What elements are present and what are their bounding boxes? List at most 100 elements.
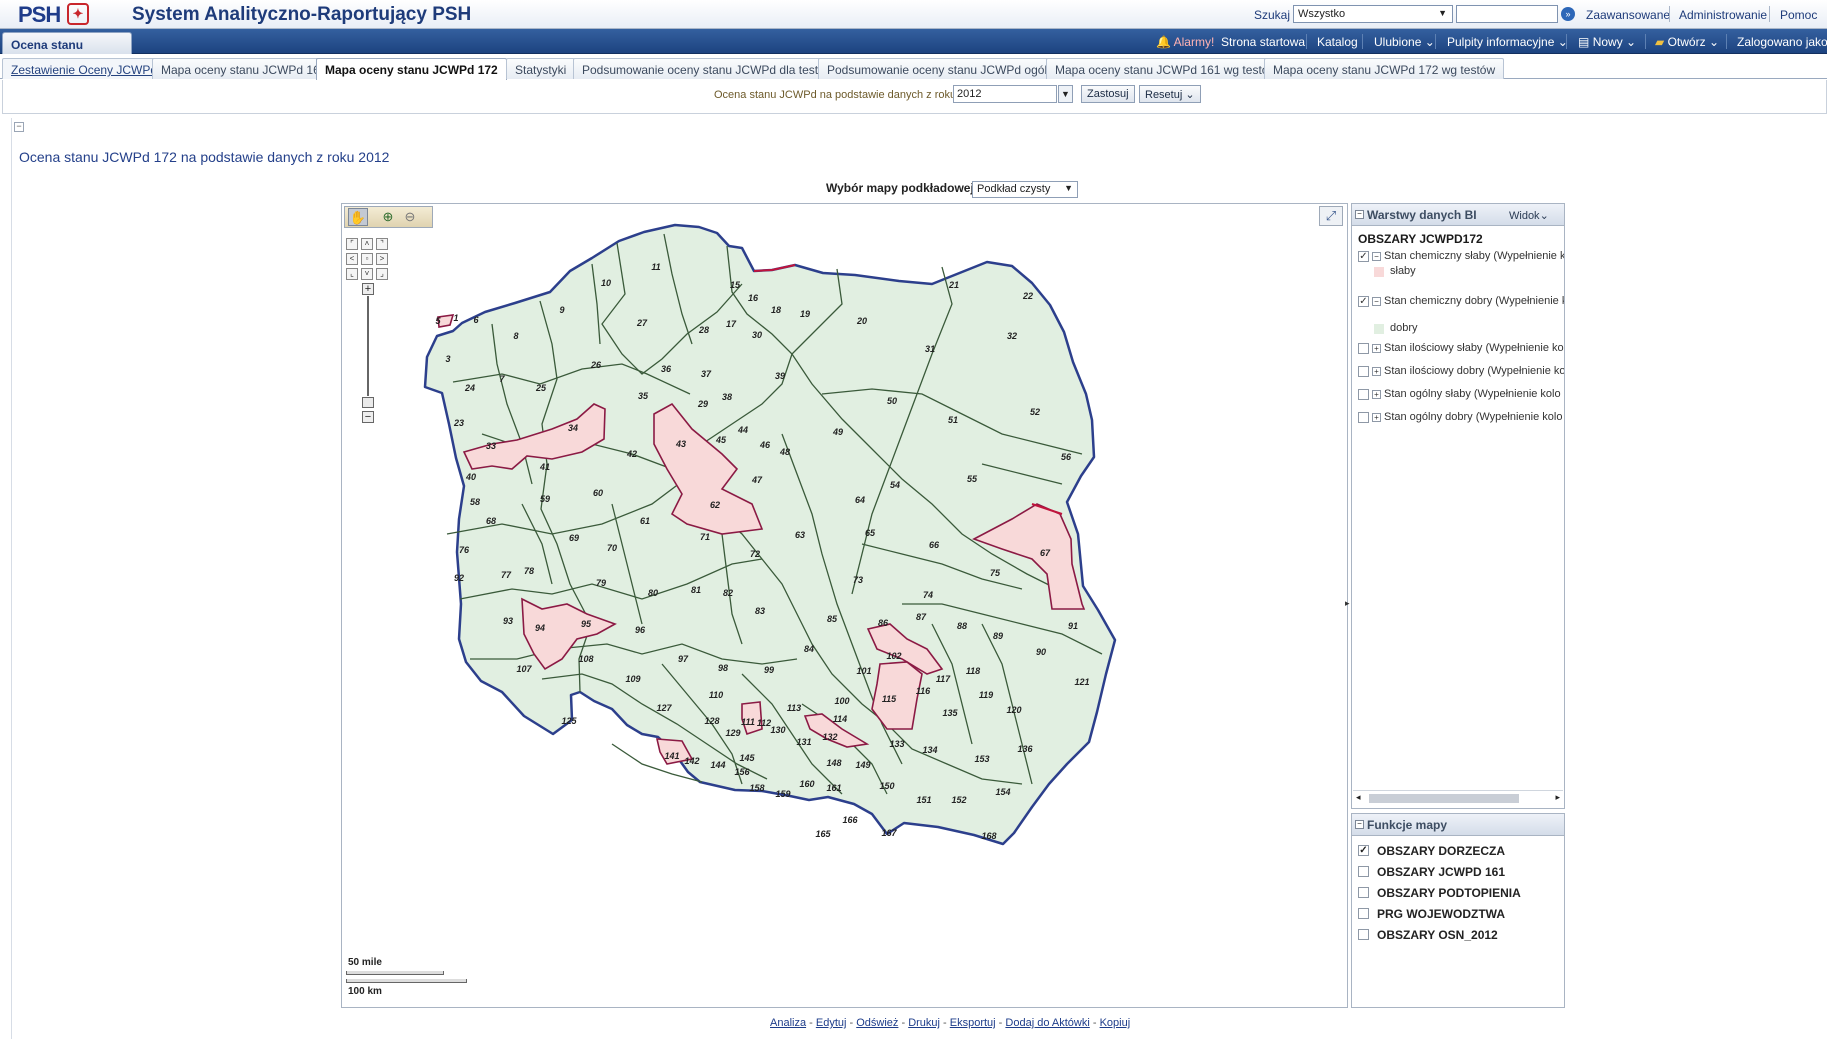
layers-horizontal-scrollbar[interactable]: ◂ ▸ bbox=[1353, 790, 1563, 804]
layers-panel-title: Warstwy danych BI bbox=[1367, 208, 1477, 222]
app-title: System Analityczno-Raportujący PSH bbox=[132, 4, 472, 25]
catalog-link[interactable]: Katalog bbox=[1317, 35, 1358, 49]
region-label-52: 52 bbox=[1030, 407, 1040, 417]
signed-in-as-menu[interactable]: Zalogowano jako bbox=[1737, 35, 1827, 49]
dropdown-arrow-icon: ▼ bbox=[1438, 8, 1447, 18]
region-label-66: 66 bbox=[929, 540, 940, 550]
advanced-search-link[interactable]: Zaawansowane bbox=[1586, 8, 1670, 22]
export-link[interactable]: Eksportuj bbox=[950, 1017, 996, 1029]
function-checkbox[interactable]: ✓ bbox=[1358, 845, 1369, 856]
search-label: Szukaj bbox=[1254, 8, 1291, 22]
tab-podsumowanie-ogolne[interactable]: Podsumowanie oceny stanu JCWPd ogólne bbox=[818, 58, 1070, 79]
region-label-65: 65 bbox=[865, 528, 876, 538]
layer-checkbox[interactable] bbox=[1358, 366, 1369, 377]
zoom-slider-track[interactable] bbox=[367, 296, 369, 396]
tab-mapa-161-testy[interactable]: Mapa oceny stanu JCWPd 161 wg testów bbox=[1046, 58, 1287, 79]
region-label-107: 107 bbox=[516, 664, 532, 674]
region-label-83: 83 bbox=[755, 606, 765, 616]
function-checkbox[interactable] bbox=[1358, 908, 1369, 919]
tab-zestawienie[interactable]: Zestawienie Oceny JCWPd bbox=[2, 58, 167, 79]
favorites-menu[interactable]: Ulubione ⌄ bbox=[1374, 35, 1435, 49]
region-label-72: 72 bbox=[750, 549, 760, 559]
view-menu[interactable]: Widok⌄ bbox=[1509, 209, 1549, 222]
expand-layer-icon[interactable]: + bbox=[1372, 390, 1381, 399]
region-label-63: 63 bbox=[795, 530, 805, 540]
pan-hand-icon[interactable]: ✋ bbox=[348, 208, 368, 226]
pan-ne-icon[interactable]: ⌝ bbox=[376, 238, 388, 250]
layer-checkbox[interactable]: ✓ bbox=[1358, 296, 1369, 307]
basemap-select[interactable]: Podkład czysty ▼ bbox=[972, 181, 1078, 198]
poland-jcwpd-map[interactable]: 135 6789101115161718 192021222324 252627282… bbox=[342, 204, 1348, 1008]
zoom-minus-icon[interactable]: − bbox=[362, 411, 374, 423]
chevron-down-icon: ⌄ bbox=[1539, 210, 1549, 222]
psh-logo[interactable]: PSH ✦ bbox=[18, 1, 90, 28]
refresh-link[interactable]: Odśwież bbox=[856, 1017, 898, 1029]
print-link[interactable]: Drukuj bbox=[908, 1017, 940, 1029]
tab-mapa-161[interactable]: Mapa oceny stanu JCWPd 161 bbox=[152, 58, 336, 79]
separator bbox=[1362, 34, 1363, 49]
function-checkbox[interactable] bbox=[1358, 866, 1369, 877]
search-input[interactable] bbox=[1456, 5, 1558, 23]
functions-panel-header: − Funkcje mapy bbox=[1352, 814, 1564, 836]
map-view[interactable]: 1 3 5 6 7 8 9 10 11 15 16 17 18 19 20 21 22 23 24 25 26 27 28 2… bbox=[341, 203, 1348, 1008]
pan-down-icon[interactable]: ˅ bbox=[361, 268, 373, 280]
edit-link[interactable]: Edytuj bbox=[816, 1017, 847, 1029]
collapse-panel-icon[interactable]: − bbox=[1355, 210, 1364, 219]
open-menu[interactable]: ▰ Otwórz ⌄ bbox=[1655, 35, 1719, 49]
separator bbox=[1306, 34, 1307, 49]
function-checkbox[interactable] bbox=[1358, 929, 1369, 940]
region-label-36: 36 bbox=[661, 364, 672, 374]
pan-nw-icon[interactable]: ⌜ bbox=[346, 238, 358, 250]
new-menu[interactable]: ▤ Nowy ⌄ bbox=[1578, 35, 1636, 49]
collapse-panel-icon[interactable]: − bbox=[1355, 820, 1364, 829]
collapse-layer-icon[interactable]: − bbox=[1372, 252, 1381, 261]
region-label-121: 121 bbox=[1074, 677, 1089, 687]
zoom-plus-icon[interactable]: + bbox=[362, 283, 374, 295]
collapse-section-icon[interactable]: − bbox=[14, 122, 24, 132]
zoom-in-icon[interactable]: ⊕ bbox=[378, 208, 398, 226]
expand-layer-icon[interactable]: + bbox=[1372, 367, 1381, 376]
pan-se-icon[interactable]: ⌟ bbox=[376, 268, 388, 280]
tab-mapa-172-testy[interactable]: Mapa oceny stanu JCWPd 172 wg testów bbox=[1264, 58, 1505, 79]
zoom-out-icon[interactable]: ⊖ bbox=[400, 208, 420, 226]
region-label-26: 26 bbox=[590, 360, 602, 370]
zoom-slider-thumb[interactable] bbox=[362, 397, 374, 408]
pan-up-icon[interactable]: ˄ bbox=[361, 238, 373, 250]
pan-right-icon[interactable]: ˃ bbox=[376, 253, 388, 265]
layer-checkbox[interactable] bbox=[1358, 412, 1369, 423]
reset-button[interactable]: Resetuj ⌄ bbox=[1139, 85, 1201, 103]
pan-center-icon[interactable]: ▫ bbox=[361, 253, 373, 265]
analysis-link[interactable]: Analiza bbox=[770, 1017, 806, 1029]
search-go-icon[interactable]: » bbox=[1561, 7, 1575, 21]
region-label-165: 165 bbox=[815, 829, 831, 839]
pan-left-icon[interactable]: ˂ bbox=[346, 253, 358, 265]
dashboards-menu[interactable]: Pulpity informacyjne ⌄ bbox=[1447, 35, 1568, 49]
tab-podsumowanie-testy[interactable]: Podsumowanie oceny stanu JCWPd dla testó… bbox=[573, 58, 843, 79]
main-navbar: Ocena stanu JCWPd 🔔 Alarmy! Strona start… bbox=[0, 29, 1827, 66]
home-link[interactable]: Strona startowa bbox=[1221, 35, 1305, 49]
copy-link[interactable]: Kopiuj bbox=[1100, 1017, 1131, 1029]
layer-checkbox[interactable]: ✓ bbox=[1358, 251, 1369, 262]
scroll-left-icon[interactable]: ◂ bbox=[1356, 792, 1361, 803]
tab-statystyki[interactable]: Statystyki bbox=[506, 58, 576, 79]
administration-link[interactable]: Administrowanie bbox=[1679, 8, 1767, 22]
year-dropdown-icon[interactable]: ▼ bbox=[1058, 85, 1073, 103]
layer-checkbox[interactable] bbox=[1358, 389, 1369, 400]
expand-map-icon[interactable]: ⤢ bbox=[1319, 206, 1343, 226]
scroll-right-icon[interactable]: ▸ bbox=[1555, 792, 1560, 803]
apply-button[interactable]: Zastosuj bbox=[1081, 85, 1135, 103]
scrollbar-thumb[interactable] bbox=[1369, 794, 1519, 803]
year-field[interactable]: 2012 bbox=[953, 85, 1057, 103]
region-label-118: 118 bbox=[966, 666, 980, 676]
collapse-layer-icon[interactable]: − bbox=[1372, 297, 1381, 306]
alarms-link[interactable]: 🔔 Alarmy! bbox=[1156, 35, 1214, 49]
search-scope-select[interactable]: Wszystko ▼ bbox=[1293, 5, 1453, 23]
tab-mapa-172[interactable]: Mapa oceny stanu JCWPd 172 bbox=[316, 58, 507, 80]
dashboard-tab-current[interactable]: Ocena stanu JCWPd bbox=[2, 32, 132, 66]
function-checkbox[interactable] bbox=[1358, 887, 1369, 898]
expand-layer-icon[interactable]: + bbox=[1372, 413, 1381, 422]
pan-sw-icon[interactable]: ⌞ bbox=[346, 268, 358, 280]
add-to-briefcase-link[interactable]: Dodaj do Aktówki bbox=[1005, 1017, 1089, 1029]
expand-layer-icon[interactable]: + bbox=[1372, 344, 1381, 353]
layer-checkbox[interactable] bbox=[1358, 343, 1369, 354]
